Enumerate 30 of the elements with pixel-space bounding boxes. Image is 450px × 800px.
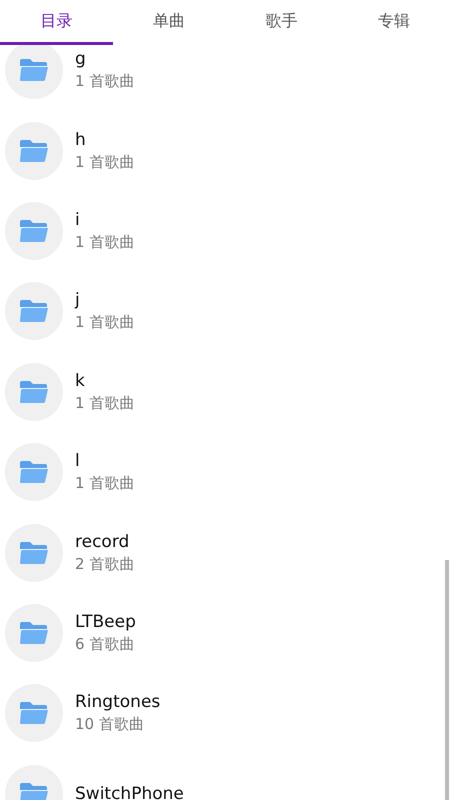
song-count: 10 首歌曲 xyxy=(75,714,145,736)
song-count: 1 首歌曲 xyxy=(75,473,134,494)
folder-name: h xyxy=(75,128,87,151)
folder-name: g xyxy=(75,48,87,70)
song-count: 6 首歌曲 xyxy=(75,634,136,655)
song-count: 1 首歌曲 xyxy=(75,152,134,173)
folder-icon xyxy=(19,460,49,484)
song-count: 1 首歌曲 xyxy=(75,232,134,253)
song-count: 1 首歌曲 xyxy=(75,71,134,92)
song-count: 2 首歌曲 xyxy=(75,554,134,575)
folder-name: i xyxy=(75,208,81,231)
folder-name: record xyxy=(75,530,130,553)
folder-name: LTBeep xyxy=(75,610,136,633)
folder-icon xyxy=(19,701,49,726)
scrollbar[interactable] xyxy=(445,560,449,800)
folder-name: k xyxy=(75,370,86,392)
song-count: 1 首歌曲 xyxy=(75,392,134,414)
folder-icon xyxy=(19,620,49,645)
folder-name: l xyxy=(75,450,81,472)
folder-icon xyxy=(19,138,49,163)
folder-icon xyxy=(19,782,49,800)
folder-icon xyxy=(19,540,49,565)
folder-icon xyxy=(19,218,49,243)
folder-name: SwitchPhone xyxy=(75,782,184,800)
folder-name: Ringtones xyxy=(75,691,160,714)
folder-icon xyxy=(19,299,49,324)
folder-icon xyxy=(19,58,49,82)
song-count: 1 首歌曲 xyxy=(75,312,134,334)
folder-name: j xyxy=(75,289,81,312)
folder-icon xyxy=(19,380,49,404)
